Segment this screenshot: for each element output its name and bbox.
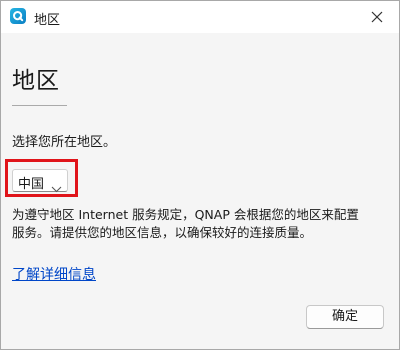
close-icon [371, 11, 383, 23]
page-heading: 地区 [12, 68, 60, 94]
region-prompt: 选择您所在地区。 [12, 135, 117, 150]
qnap-app-icon [10, 8, 26, 24]
close-button[interactable] [355, 1, 399, 33]
window-title: 地区 [34, 13, 61, 28]
heading-divider [12, 105, 67, 106]
region-selected-value: 中国 [18, 177, 45, 192]
region-dropdown[interactable]: 中国 [12, 169, 68, 193]
dialog-window: 地区 地区 选择您所在地区。 中国 为遵守地区 Internet 服务规定，QN… [0, 0, 400, 350]
title-bar: 地区 [1, 1, 399, 33]
region-description: 为遵守地区 Internet 服务规定，QNAP 会根据您的地区来配置 服务。请… [12, 206, 392, 242]
ok-button[interactable]: 确定 [306, 305, 384, 329]
description-line: 为遵守地区 Internet 服务规定，QNAP 会根据您的地区来配置 [12, 207, 359, 222]
learn-more-link[interactable]: 了解详细信息 [12, 264, 96, 284]
chevron-down-icon [51, 178, 62, 197]
description-line: 服务。请提供您的地区信息，以确保较好的连接质量。 [12, 225, 313, 240]
